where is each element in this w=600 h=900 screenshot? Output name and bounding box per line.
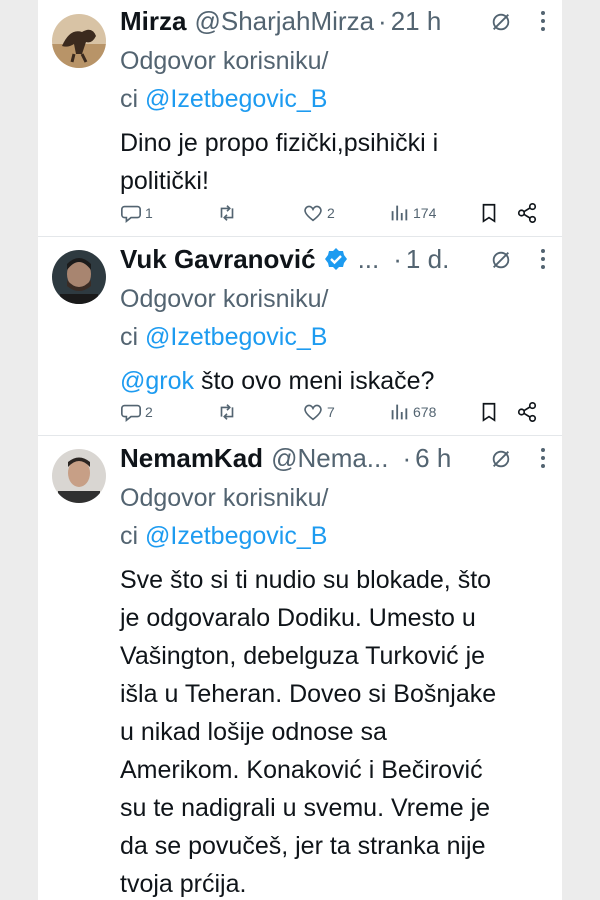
tweet-mirza[interactable]: Mirza @SharjahMirza · 21 h Odgovor koris…	[38, 0, 562, 237]
reply-button[interactable]: 1	[120, 200, 153, 226]
views-icon	[391, 205, 408, 221]
reply-icon	[121, 404, 141, 422]
reply-mention-link[interactable]: @Izetbegovic_B	[145, 323, 327, 351]
grok-icon[interactable]	[490, 249, 512, 271]
tweet-text-line: Sve što si ti nudio su blokade, što	[120, 566, 492, 594]
bookmark-icon	[482, 203, 496, 223]
action-bar: 2 7 678	[120, 399, 548, 425]
reply-prefix: Odgovor korisniku/	[120, 47, 329, 75]
grok-icon[interactable]	[490, 11, 512, 33]
reply-mention-link[interactable]: @Izetbegovic_B	[145, 522, 327, 550]
repost-icon	[220, 205, 234, 221]
heart-icon	[304, 205, 322, 222]
tweet-text-line: su te nadigrali u svemu. Vreme je	[120, 794, 491, 822]
repost-button[interactable]	[216, 399, 241, 425]
more-icon[interactable]	[540, 9, 546, 33]
author-name[interactable]: Mirza	[120, 6, 186, 37]
avatar-image	[52, 14, 106, 68]
action-bar: 1 2 174	[120, 200, 548, 226]
timestamp[interactable]: 21 h	[391, 6, 442, 37]
tweet-text-line: što ovo meni iskače?	[194, 367, 435, 395]
views-count: 678	[413, 404, 437, 420]
share-button[interactable]	[516, 200, 541, 226]
views-icon	[391, 404, 408, 420]
timestamp[interactable]: 6 h	[415, 443, 451, 474]
reply-line-prefix: ci	[120, 522, 145, 550]
reply-line-prefix: ci	[120, 323, 145, 351]
views-button[interactable]: 678	[388, 399, 436, 425]
share-button[interactable]	[516, 399, 541, 425]
like-button[interactable]: 2	[302, 200, 335, 226]
heart-icon	[304, 404, 322, 421]
views-count: 174	[413, 205, 437, 221]
tweet-vuk-gavranovic[interactable]: Vuk Gavranović ... · 1 d. Odgovor korisn…	[38, 238, 562, 436]
tweet-text: Dino je propo fizički,psihički i politič…	[120, 124, 548, 200]
verified-badge-icon[interactable]	[324, 247, 348, 271]
bookmark-icon	[482, 402, 496, 422]
tweet-text-line: Dino je propo fizički,psihički i	[120, 129, 439, 157]
tweet-text-line: je odgovaralo Dodiku. Umesto u	[120, 604, 476, 632]
share-icon	[517, 402, 537, 422]
separator-dot: ·	[402, 442, 412, 473]
tweet-text-line: politički!	[120, 167, 209, 195]
reply-count: 2	[145, 404, 153, 420]
avatar-image	[52, 449, 106, 503]
author-name[interactable]: NemamKad	[120, 443, 263, 474]
tweet-text-line: išla u Teheran. Doveo si Bošnjake	[120, 680, 497, 708]
tweet-text-line: Amerikom. Konaković i Bečirović	[120, 756, 483, 784]
reply-context: Odgovor korisniku/ ci @Izetbegovic_B	[120, 280, 548, 356]
reply-line-prefix: ci	[120, 85, 145, 113]
like-count: 7	[327, 404, 335, 420]
tweet-text: Sve što si ti nudio su blokade, što je o…	[120, 561, 548, 900]
tweet-text-line: da se povučeš, jer ta stranka nije	[120, 832, 486, 860]
bookmark-button[interactable]	[478, 399, 503, 425]
tweet-text-line: u nikad lošije odnose sa	[120, 718, 387, 746]
reply-context: Odgovor korisniku/ ci @Izetbegovic_B	[120, 42, 548, 118]
avatar[interactable]	[52, 250, 106, 304]
views-button[interactable]: 174	[388, 200, 436, 226]
reply-context: Odgovor korisniku/ ci @Izetbegovic_B	[120, 479, 548, 555]
tweet-text: @grok što ovo meni iskače?	[120, 362, 548, 400]
tweet-text-line: tvoja prćija.	[120, 870, 247, 898]
share-icon	[517, 203, 537, 223]
like-button[interactable]: 7	[302, 399, 335, 425]
repost-icon	[220, 404, 234, 420]
timeline: Mirza @SharjahMirza · 21 h Odgovor koris…	[38, 0, 562, 900]
more-icon[interactable]	[540, 247, 546, 271]
avatar[interactable]	[52, 449, 106, 503]
reply-prefix: Odgovor korisniku/	[120, 484, 329, 512]
author-handle[interactable]: @Nema...	[271, 443, 388, 474]
like-count: 2	[327, 205, 335, 221]
reply-icon	[121, 205, 141, 223]
avatar-image	[52, 250, 106, 304]
separator-dot: ·	[378, 5, 387, 36]
reply-count: 1	[145, 205, 153, 221]
reply-mention-link[interactable]: @Izetbegovic_B	[145, 85, 327, 113]
separator-dot: ·	[393, 243, 402, 274]
author-handle[interactable]: @SharjahMirza	[194, 6, 374, 37]
grok-icon[interactable]	[490, 448, 512, 470]
tweet-text-line: Vašington, debelguza Turković je	[120, 642, 486, 670]
bookmark-button[interactable]	[478, 200, 503, 226]
repost-button[interactable]	[216, 200, 241, 226]
more-icon[interactable]	[540, 446, 546, 470]
timestamp[interactable]: 1 d.	[406, 244, 449, 275]
reply-prefix: Odgovor korisniku/	[120, 285, 329, 313]
avatar[interactable]	[52, 14, 106, 68]
reply-button[interactable]: 2	[120, 399, 153, 425]
text-mention-link[interactable]: @grok	[120, 367, 194, 395]
author-handle[interactable]: ...	[358, 244, 380, 275]
author-name[interactable]: Vuk Gavranović	[120, 244, 316, 275]
tweet-nemamkad[interactable]: NemamKad @Nema... · 6 h Odgovor korisnik…	[38, 437, 562, 900]
